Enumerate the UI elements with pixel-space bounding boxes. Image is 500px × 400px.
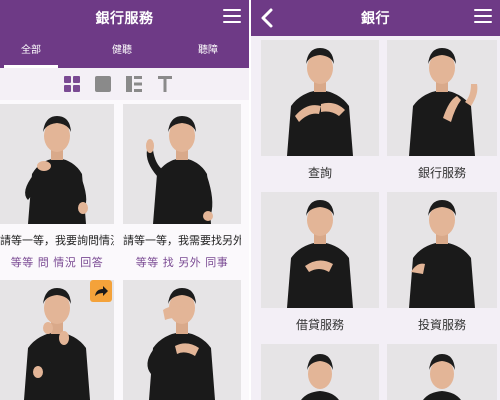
- tab-deaf[interactable]: 聽障: [178, 36, 238, 68]
- header-bar: 銀行: [251, 0, 500, 36]
- category-label: 借貸服務: [295, 318, 344, 332]
- single-view-icon[interactable]: [95, 76, 111, 92]
- category-label: 投資服務: [417, 318, 466, 332]
- tab-bar: 全部 健聽 聽障: [0, 36, 249, 68]
- sign-card[interactable]: [0, 280, 114, 400]
- card-caption: 請等一等，我要詢問情況: [0, 234, 114, 247]
- category-thumbnail: [261, 344, 379, 400]
- category-item[interactable]: 借貸服務: [261, 192, 379, 342]
- category-thumbnail: [261, 192, 379, 308]
- menu-icon[interactable]: [474, 9, 492, 24]
- right-screen: 銀行 查詢 銀行服務 借貸服務 投資服務: [251, 0, 500, 400]
- sign-card[interactable]: 請等一等，我需要找另外同事 等等 找 另外 同事: [123, 104, 241, 274]
- list-view-icon[interactable]: [126, 76, 142, 92]
- category-item[interactable]: 銀行服務: [387, 40, 497, 190]
- category-item[interactable]: 投資服務: [387, 192, 497, 342]
- category-label: 查詢: [307, 166, 332, 180]
- sign-video-thumbnail: [123, 280, 241, 400]
- sign-card[interactable]: [123, 280, 241, 400]
- text-view-icon[interactable]: [157, 76, 173, 92]
- card-keywords: 等等 問 情況 回答: [10, 256, 104, 269]
- grid-view-icon[interactable]: [64, 76, 80, 92]
- category-item[interactable]: [261, 344, 379, 400]
- sign-video-thumbnail: [123, 104, 241, 224]
- page-title: 銀行: [361, 11, 390, 27]
- sign-card[interactable]: 請等一等，我要詢問情況 等等 問 情況 回答: [0, 104, 114, 274]
- header-bar: 銀行服務: [0, 0, 249, 36]
- card-keywords: 等等 找 另外 同事: [135, 256, 229, 269]
- tab-hearing[interactable]: 健聽: [92, 36, 152, 68]
- share-icon[interactable]: [90, 280, 112, 302]
- left-screen: 銀行服務 全部 健聽 聽障 請等一等，我要詢問情況 等等 問 情況 回答 請等一…: [0, 0, 249, 400]
- tab-all[interactable]: 全部: [4, 36, 58, 68]
- category-label: 銀行服務: [417, 166, 466, 180]
- card-caption: 請等一等，我需要找另外同事: [123, 234, 241, 247]
- menu-icon[interactable]: [223, 9, 241, 24]
- page-title: 銀行服務: [95, 11, 154, 27]
- category-thumbnail: [261, 40, 379, 156]
- category-item[interactable]: [387, 344, 497, 400]
- category-thumbnail: [387, 40, 497, 156]
- sign-video-thumbnail: [0, 104, 114, 224]
- category-item[interactable]: 查詢: [261, 40, 379, 190]
- view-toolbar: [0, 68, 249, 100]
- category-thumbnail: [387, 344, 497, 400]
- category-thumbnail: [387, 192, 497, 308]
